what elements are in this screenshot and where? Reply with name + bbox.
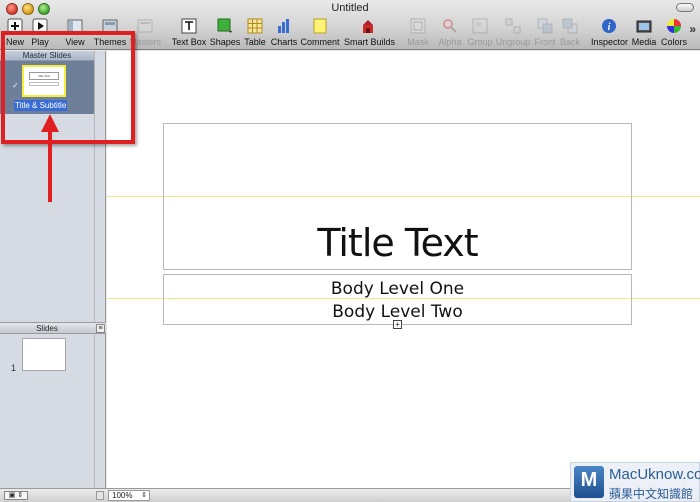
toolbar-masters-button[interactable]: Masters <box>129 18 161 48</box>
smart-builds-icon <box>363 20 373 33</box>
toolbar-group-button[interactable]: Group <box>467 18 493 48</box>
updown-arrows-icon: ⇕ <box>141 492 147 499</box>
text-overflow-handle[interactable]: + <box>393 320 402 329</box>
body-level-two-text[interactable]: Body Level Two <box>164 302 631 322</box>
group-icon <box>472 18 488 34</box>
toolbar-front-button[interactable]: Front <box>534 18 556 48</box>
slide-number: 1 <box>11 363 17 373</box>
back-icon <box>562 18 578 34</box>
toolbar-mask-button[interactable]: Mask <box>407 18 429 48</box>
watermark-logo-letter: M <box>580 469 598 491</box>
toolbar-colors-button[interactable]: Colors <box>661 18 687 48</box>
view-menu-button[interactable]: ▣ ⇕ <box>4 491 28 500</box>
slide-canvas[interactable]: Title Text Body Level One Body Level Two… <box>107 51 700 488</box>
mask-icon <box>410 18 426 34</box>
front-icon <box>537 18 553 34</box>
slide-title-text[interactable]: Title Text <box>164 221 631 265</box>
toolbar-table-button[interactable]: Table <box>244 18 266 48</box>
colors-icon <box>667 19 681 33</box>
split-grip-handle[interactable] <box>96 491 104 500</box>
masters-icon <box>137 19 153 33</box>
toolbar-text-box-button[interactable]: Text Box <box>172 18 206 48</box>
zoom-select[interactable]: 100% ⇕ <box>108 490 150 501</box>
ungroup-icon <box>505 18 521 34</box>
slides-menu-button[interactable]: ≡ <box>96 324 105 333</box>
toolbar-toggle-button[interactable] <box>676 3 694 12</box>
zoom-value: 100% <box>112 491 133 500</box>
toolbar-back-button[interactable]: Back <box>560 18 580 48</box>
annotation-highlight-box <box>1 31 135 144</box>
watermark-logo: M <box>574 466 604 498</box>
watermark-brand: MacUknow.com <box>609 466 700 483</box>
svg-text:i: i <box>608 22 611 33</box>
table-icon <box>247 18 263 34</box>
alpha-icon <box>443 19 457 33</box>
slides-header: Slides ≡ <box>0 322 106 334</box>
toolbar-smart-builds-button[interactable]: Smart Builds <box>344 18 395 48</box>
text-box-icon <box>181 18 197 34</box>
toolbar-ungroup-button[interactable]: Ungroup <box>496 18 530 48</box>
slide-thumbnail[interactable] <box>22 338 66 371</box>
charts-icon <box>278 19 289 33</box>
toolbar-media-button[interactable]: Media <box>632 18 656 48</box>
toolbar-shapes-button[interactable]: Shapes <box>210 18 240 48</box>
toolbar-alpha-button[interactable]: Alpha <box>438 18 462 48</box>
comment-icon <box>313 18 327 34</box>
media-icon <box>636 20 652 33</box>
slides-header-label: Slides <box>36 324 58 333</box>
toolbar-comment-button[interactable]: Comment <box>300 18 340 48</box>
title-placeholder[interactable]: Title Text <box>163 123 632 270</box>
inspector-icon: i <box>602 19 616 33</box>
annotation-arrow-icon <box>41 114 59 202</box>
shapes-icon <box>217 18 232 33</box>
watermark-subtitle: 蘋果中文知識館 <box>609 487 694 501</box>
toolbar-inspector-button[interactable]: i Inspector <box>591 18 628 48</box>
watermark: M MacUknow.com 蘋果中文知識館 <box>570 462 700 502</box>
toolbar-overflow-button[interactable]: » <box>689 22 696 36</box>
toolbar-charts-button[interactable]: Charts <box>271 18 297 48</box>
body-placeholder[interactable]: Body Level One Body Level Two <box>163 274 632 325</box>
body-level-one-text[interactable]: Body Level One <box>164 279 631 299</box>
window-title: Untitled <box>331 2 369 14</box>
